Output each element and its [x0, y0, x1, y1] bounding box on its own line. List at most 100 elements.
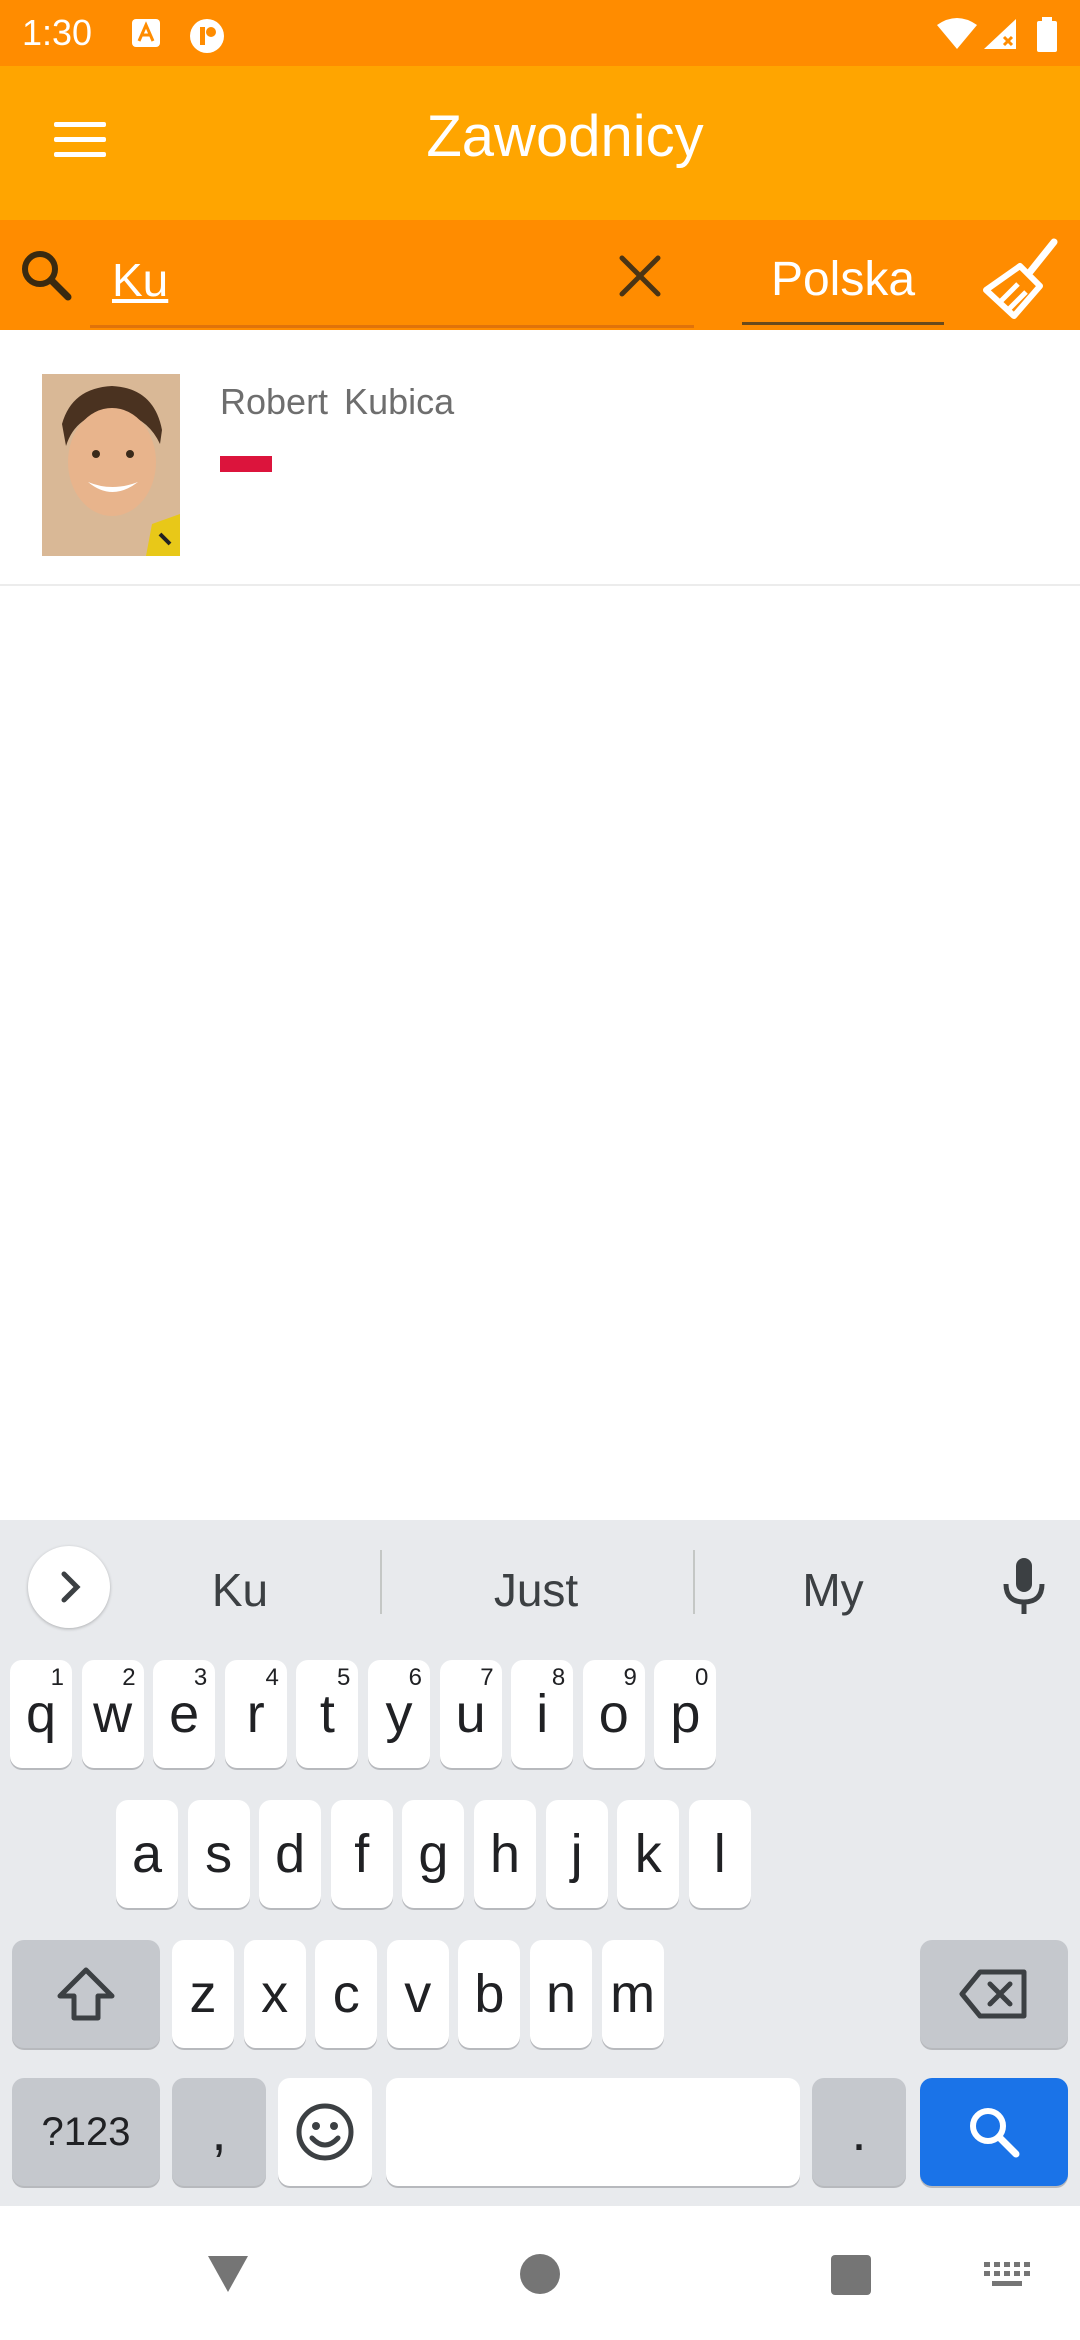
key-t[interactable]: t5 [296, 1660, 359, 1768]
key-hint: 1 [50, 1664, 64, 1691]
key-q[interactable]: q1 [10, 1660, 72, 1768]
recents-icon[interactable] [830, 2254, 872, 2301]
key-c[interactable]: c [315, 1940, 378, 2048]
status-bar [0, 0, 1080, 66]
key-label: ?123 [41, 2109, 131, 2154]
battery-icon [1036, 17, 1058, 58]
key-i[interactable]: i8 [511, 1660, 574, 1768]
key-n[interactable]: n [530, 1940, 592, 2048]
key-label: b [474, 1964, 505, 2024]
key-x[interactable]: x [243, 1940, 306, 2048]
country-filter[interactable]: Polska [742, 240, 944, 320]
keyboard-switch-icon[interactable] [984, 2262, 1030, 2295]
microphone-icon[interactable] [996, 1554, 1052, 1623]
backspace-key[interactable] [920, 1940, 1068, 2048]
keyboard-expand-button[interactable] [28, 1546, 110, 1628]
signal-icon [982, 17, 1018, 56]
key-label: o [598, 1684, 629, 1744]
key-label: u [455, 1684, 486, 1744]
key-y[interactable]: y6 [368, 1660, 430, 1768]
poland-flag-icon [220, 456, 272, 472]
home-icon[interactable] [518, 2252, 562, 2301]
key-j[interactable]: j [545, 1800, 608, 1908]
key-p[interactable]: p0 [654, 1660, 717, 1768]
suggestion-3[interactable]: My [733, 1560, 933, 1620]
shift-key[interactable] [12, 1940, 160, 2048]
key-hint: 4 [265, 1664, 279, 1691]
key-hint: 8 [551, 1664, 566, 1691]
back-icon[interactable] [204, 2252, 252, 2301]
key-g[interactable]: g [402, 1800, 465, 1908]
key-label: k [634, 1824, 662, 1884]
status-time: 1:30 [22, 12, 93, 53]
key-b[interactable]: b [458, 1940, 521, 2048]
emoji-key[interactable] [278, 2078, 372, 2186]
suggestion-2[interactable]: Just [436, 1560, 636, 1620]
key-label: d [275, 1824, 306, 1884]
suggestion-divider [380, 1550, 382, 1614]
key-label: n [545, 1964, 577, 2024]
key-l[interactable]: l [688, 1800, 751, 1908]
key-label: v [404, 1964, 432, 2024]
search-icon [970, 2108, 1020, 2158]
key-label: e [169, 1684, 200, 1744]
key-label: s [205, 1824, 233, 1884]
key-label: c [332, 1964, 360, 2024]
key-a[interactable]: a [116, 1800, 178, 1908]
key-s[interactable]: s [187, 1800, 250, 1908]
search-key[interactable] [920, 2078, 1068, 2186]
key-r[interactable]: r4 [224, 1660, 287, 1768]
key-label: , [211, 2102, 227, 2162]
key-e[interactable]: e3 [153, 1660, 216, 1768]
key-label: t [319, 1684, 335, 1744]
wifi-icon [935, 17, 979, 56]
key-d[interactable]: d [259, 1800, 322, 1908]
search-underline [90, 325, 694, 328]
page-title: Zawodnicy [426, 104, 704, 169]
key-label: m [610, 1964, 656, 2024]
clear-icon[interactable] [612, 248, 668, 309]
key-label: p [670, 1684, 701, 1744]
key-label: i [536, 1684, 549, 1744]
key-u[interactable]: u7 [439, 1660, 502, 1768]
key-h[interactable]: h [474, 1800, 536, 1908]
key-hint: 5 [337, 1664, 351, 1691]
key-v[interactable]: v [386, 1940, 449, 2048]
key-hint: 9 [623, 1664, 637, 1691]
notification-a-icon [130, 17, 162, 54]
key-z[interactable]: z [172, 1940, 234, 2048]
clear-filters-broom-icon[interactable] [980, 236, 1066, 327]
key-hint: 6 [408, 1664, 422, 1691]
key-label: y [385, 1684, 413, 1744]
key-w[interactable]: w2 [81, 1660, 144, 1768]
key-o[interactable]: o9 [582, 1660, 645, 1768]
key-label: a [131, 1824, 163, 1884]
key-hint: 0 [695, 1664, 709, 1691]
key-label: j [570, 1824, 583, 1884]
key-hint: 7 [480, 1664, 494, 1691]
comma-key[interactable]: , [172, 2078, 266, 2186]
key-label: q [25, 1684, 57, 1744]
notification-app-icon [188, 17, 226, 60]
key-label: x [261, 1964, 289, 2024]
space-key[interactable] [386, 2078, 800, 2186]
key-label: g [418, 1824, 449, 1884]
key-label: w [93, 1684, 133, 1744]
key-label: h [489, 1824, 521, 1884]
key-label: z [189, 1964, 217, 2024]
key-k[interactable]: k [617, 1800, 680, 1908]
country-underline [742, 322, 944, 325]
key-m[interactable]: m [601, 1940, 664, 2048]
key-f[interactable]: f [330, 1800, 393, 1908]
driver-name: Robert Kubica [220, 381, 455, 422]
suggestion-1[interactable]: Ku [140, 1560, 340, 1620]
emoji-icon [296, 2103, 354, 2161]
period-key[interactable]: . [812, 2078, 906, 2186]
search-input[interactable] [92, 240, 684, 320]
key-label: f [354, 1824, 370, 1884]
suggestion-divider [693, 1550, 695, 1614]
key-hint: 2 [122, 1664, 136, 1691]
shift-icon [57, 1967, 115, 2021]
symbols-key[interactable]: ?123 [12, 2078, 160, 2186]
key-label: r [246, 1684, 265, 1744]
